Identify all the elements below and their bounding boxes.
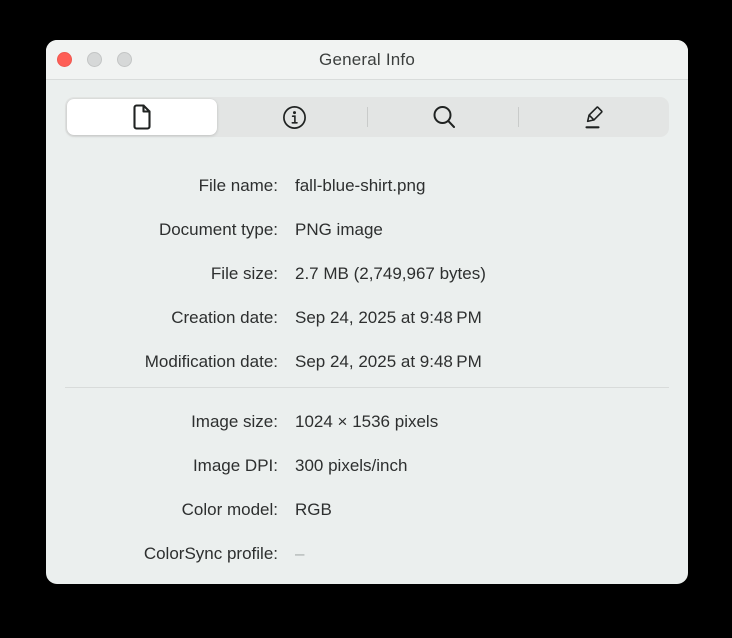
inspector-tab-bar [65,97,669,137]
close-button[interactable] [57,52,72,67]
row-value: Sep 24, 2025 at 9:48 PM [295,308,482,327]
row-label: Image DPI: [192,456,278,475]
row-label: File name: [198,176,278,195]
row-value: 300 pixels/inch [295,456,408,475]
color-model-row: Color model: RGB [46,488,688,532]
annotations-tab[interactable] [519,97,669,137]
keywords-tab[interactable] [369,97,519,137]
segment-divider [518,107,519,127]
file-size-row: File size: 2.7 MB (2,749,967 bytes) [46,252,688,296]
document-type-row: Document type: PNG image [46,208,688,252]
image-size-row: Image size: 1024 × 1536 pixels [46,400,688,444]
pencil-icon [581,104,608,131]
creation-date-row: Creation date: Sep 24, 2025 at 9:48 PM [46,296,688,340]
general-info-window: General Info File name: fall-blue-shirt.… [46,40,688,584]
row-value: 2.7 MB (2,749,967 bytes) [295,264,486,283]
row-value: PNG image [295,220,383,239]
document-icon [130,103,154,131]
row-value: RGB [295,500,332,519]
window-title: General Info [319,49,415,69]
zoom-button[interactable] [117,52,132,67]
row-value: Sep 24, 2025 at 9:48 PM [295,352,482,371]
colorsync-profile-row: ColorSync profile: – [46,532,688,576]
segment-divider [367,107,368,127]
titlebar[interactable]: General Info [46,40,688,80]
row-value: fall-blue-shirt.png [295,176,426,195]
row-value: – [295,544,305,563]
row-label: Document type: [158,220,278,239]
row-label: Modification date: [144,352,278,371]
section-divider [65,387,669,388]
row-label: Creation date: [171,308,278,327]
row-label: ColorSync profile: [143,544,278,563]
row-label: Color model: [181,500,278,519]
row-label: File size: [210,264,278,283]
traffic-lights [57,40,132,79]
minimize-button[interactable] [87,52,102,67]
info-icon [281,104,308,131]
general-info-tab[interactable] [67,99,217,135]
image-dpi-row: Image DPI: 300 pixels/inch [46,444,688,488]
file-name-row: File name: fall-blue-shirt.png [46,164,688,208]
row-value: 1024 × 1536 pixels [295,412,439,431]
search-icon [431,104,458,131]
modification-date-row: Modification date: Sep 24, 2025 at 9:48 … [46,340,688,384]
more-info-tab[interactable] [219,97,369,137]
row-label: Image size: [191,412,278,431]
file-info-panel: File name: fall-blue-shirt.png Document … [46,164,688,576]
